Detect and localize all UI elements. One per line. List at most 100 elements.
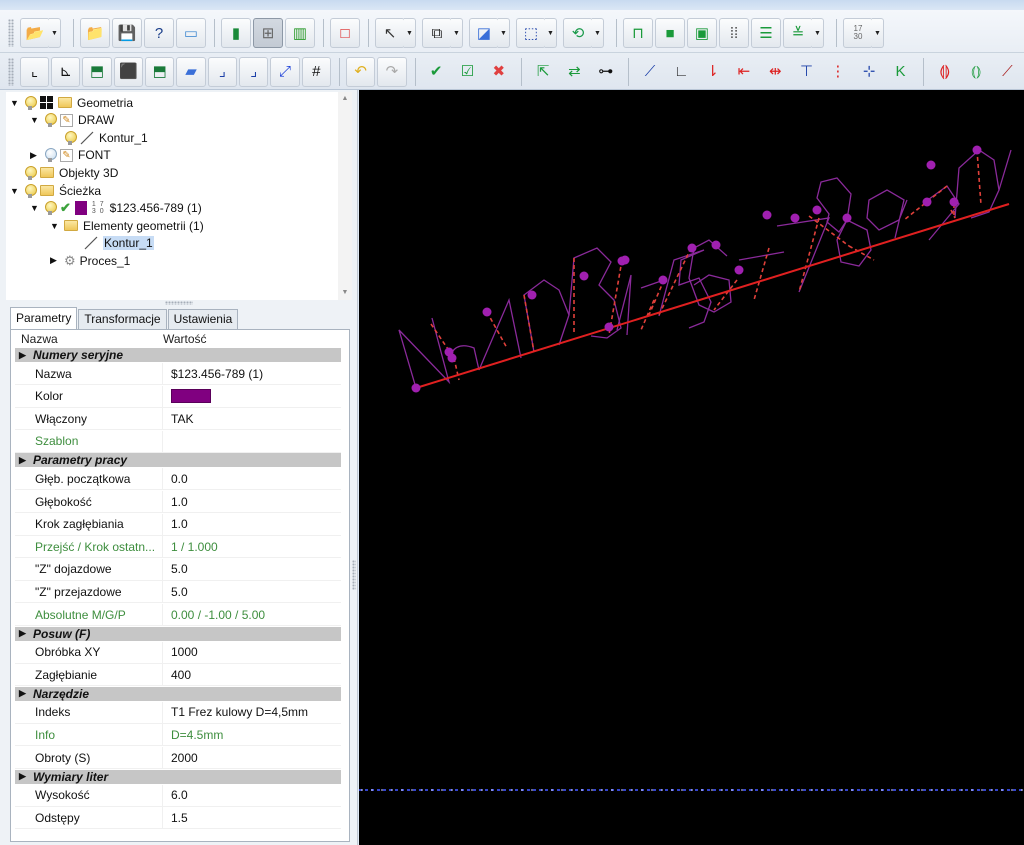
cycle-dropdown[interactable]: ▼ — [592, 18, 604, 48]
property-category[interactable]: ▶ Narzędzie — [15, 686, 341, 701]
small-step-button[interactable]: ⌟ — [207, 56, 238, 87]
cycle-button[interactable]: ⟲ — [563, 18, 593, 48]
category-expand-icon[interactable]: ▶ — [15, 771, 33, 782]
category-expand-icon[interactable]: ▶ — [15, 455, 33, 466]
zoom-fit-button[interactable]: ⤢ — [270, 56, 300, 87]
property-row[interactable]: Odstępy 1.5 — [15, 807, 341, 830]
open-dropdown[interactable]: ▼ — [49, 18, 61, 48]
property-value[interactable]: 1.0 — [171, 495, 188, 509]
property-row[interactable]: Info D=4.5mm — [15, 724, 341, 747]
expand-icon[interactable]: ▼ — [30, 203, 40, 213]
serial-number-dropdown[interactable]: ▼ — [872, 18, 884, 48]
property-value[interactable]: 0.0 — [171, 472, 188, 486]
property-value[interactable]: 1.5 — [171, 811, 188, 825]
zigzag-path-button[interactable]: ⊓ — [623, 18, 653, 48]
measure-green-button[interactable]: ⦅⦆ — [961, 57, 990, 87]
category-expand-icon[interactable]: ▶ — [15, 688, 33, 699]
k-lead-button[interactable]: K — [886, 57, 915, 87]
dashed-lead-button[interactable]: ⋮ — [823, 57, 852, 87]
property-row[interactable]: Indeks T1 Frez kulowy D=4,5mm — [15, 701, 341, 724]
grid-toggle-button[interactable]: # — [301, 56, 331, 87]
tree-item[interactable]: ▼ Ścieżka — [10, 182, 101, 199]
layout-dropdown[interactable]: ▼ — [451, 18, 463, 48]
property-row[interactable]: Absolutne M/G/P 0.00 / -1.00 / 5.00 — [15, 604, 341, 626]
property-row[interactable]: Zagłębianie 400 — [15, 664, 341, 687]
nodes-button[interactable]: ⬚ — [516, 18, 546, 48]
property-value[interactable]: 1000 — [171, 645, 198, 659]
property-category[interactable]: ▶ Posuw (F) — [15, 626, 341, 641]
panel-splitter[interactable] — [165, 301, 193, 305]
property-row[interactable]: Głębokość 1.0 — [15, 491, 341, 513]
tree-scrollbar[interactable]: ▲ ▼ — [338, 92, 352, 300]
redo-button[interactable]: ↷ — [377, 56, 407, 87]
undo-button[interactable]: ↶ — [345, 56, 376, 87]
tree-item[interactable]: ▶ ✎ FONT — [30, 147, 111, 164]
property-value[interactable]: $123.456-789 (1) — [171, 367, 263, 381]
scroll-down-icon[interactable]: ▼ — [338, 286, 352, 300]
tree-item[interactable]: ▶ ⚙ Proces_1 — [50, 252, 130, 269]
visibility-bulb-icon[interactable] — [64, 130, 77, 145]
property-value[interactable]: 0.00 / -1.00 / 5.00 — [171, 608, 265, 622]
vertical-splitter[interactable] — [352, 560, 356, 590]
open-button[interactable]: 📂 — [20, 18, 50, 48]
property-row[interactable]: Kolor — [15, 385, 341, 408]
split-button[interactable]: ⟋ — [635, 57, 664, 87]
new-project-button[interactable]: 📁 — [80, 18, 110, 48]
horizontal-lead-button[interactable]: ⇤ — [729, 57, 758, 87]
save-button[interactable]: 💾 — [112, 18, 142, 48]
property-row[interactable]: "Z" dojazdowe 5.0 — [15, 558, 341, 581]
layout-button[interactable]: ⧉ — [422, 18, 452, 48]
category-expand-icon[interactable]: ▶ — [15, 350, 33, 361]
chart-button[interactable]: ▥ — [285, 18, 315, 48]
visibility-bulb-icon[interactable] — [24, 183, 37, 198]
wireframe-view-button[interactable]: ⬒ — [82, 56, 112, 87]
tree-item[interactable]: ▼ Geometria — [10, 94, 133, 111]
vertical-lead-button[interactable]: ⇂ — [698, 57, 727, 87]
property-row[interactable]: Wysokość 6.0 — [15, 784, 341, 807]
shapes-dropdown[interactable]: ▼ — [498, 18, 510, 48]
angle-button[interactable]: ∟ — [667, 57, 696, 87]
cancel-button[interactable]: ✖ — [484, 57, 513, 87]
tree-item[interactable]: ▼ ✎ DRAW — [30, 112, 114, 129]
pointer-dropdown[interactable]: ▼ — [404, 18, 416, 48]
property-row[interactable]: Włączony TAK — [15, 408, 341, 431]
visibility-bulb-icon[interactable] — [44, 148, 57, 163]
measure-red-button[interactable]: ⟬⟭ — [930, 57, 959, 87]
pocket-button[interactable]: ■ — [655, 18, 685, 48]
dots-grid-button[interactable]: ⁞⁞ — [719, 18, 749, 48]
solid-green-view-button[interactable]: ⬛ — [113, 56, 144, 87]
property-row[interactable]: Obróbka XY 1000 — [15, 641, 341, 664]
property-row[interactable]: Obroty (S) 2000 — [15, 747, 341, 769]
measure-box-button[interactable]: ⟋ — [993, 57, 1022, 87]
property-value[interactable]: 1.0 — [171, 517, 188, 531]
color-value-swatch[interactable] — [171, 389, 211, 404]
point-lead-button[interactable]: ⊹ — [855, 57, 884, 87]
nodes-dropdown[interactable]: ▼ — [545, 18, 557, 48]
select-start-button[interactable]: ⇱ — [528, 57, 557, 87]
rectangle-select-button[interactable]: □ — [330, 18, 360, 48]
parallel-lines-button[interactable]: ☰ — [751, 18, 781, 48]
axis-2d-button[interactable]: ⌞ — [19, 56, 50, 87]
tab-ustawienia[interactable]: Ustawienia — [167, 309, 239, 329]
property-value[interactable]: 400 — [171, 668, 191, 682]
property-value[interactable]: 1 / 1.000 — [171, 540, 218, 554]
document-button[interactable]: ▭ — [176, 18, 206, 48]
expand-icon[interactable]: ▼ — [10, 98, 20, 108]
tab-transformacje[interactable]: Transformacje — [78, 309, 167, 329]
center-lead-button[interactable]: ⇹ — [761, 57, 790, 87]
tree-item[interactable]: ▼ ✔ 1 7 3 0 $123.456-789 (1) — [30, 200, 202, 217]
tree-item[interactable]: Kontur_1 — [50, 129, 148, 146]
hatch-dropdown[interactable]: ▼ — [812, 18, 824, 48]
pointer-button[interactable]: ↖ — [375, 18, 405, 48]
hatch-button[interactable]: ≚ — [783, 18, 813, 48]
tree-item[interactable]: ▼ Elementy geometrii (1) — [50, 217, 204, 234]
axis-3d-button[interactable]: ⊾ — [51, 56, 81, 87]
help-button[interactable]: ? — [144, 18, 174, 48]
property-category[interactable]: ▶ Wymiary liter — [15, 769, 341, 784]
property-category[interactable]: ▶ Parametry pracy — [15, 453, 341, 468]
blue-solid-view-button[interactable]: ▰ — [176, 56, 206, 87]
tree-item[interactable]: Objekty 3D — [10, 164, 118, 181]
property-value[interactable]: D=4.5mm — [171, 728, 223, 742]
collapse-icon[interactable]: ▶ — [30, 150, 40, 161]
property-row[interactable]: Nazwa $123.456-789 (1) — [15, 363, 341, 385]
